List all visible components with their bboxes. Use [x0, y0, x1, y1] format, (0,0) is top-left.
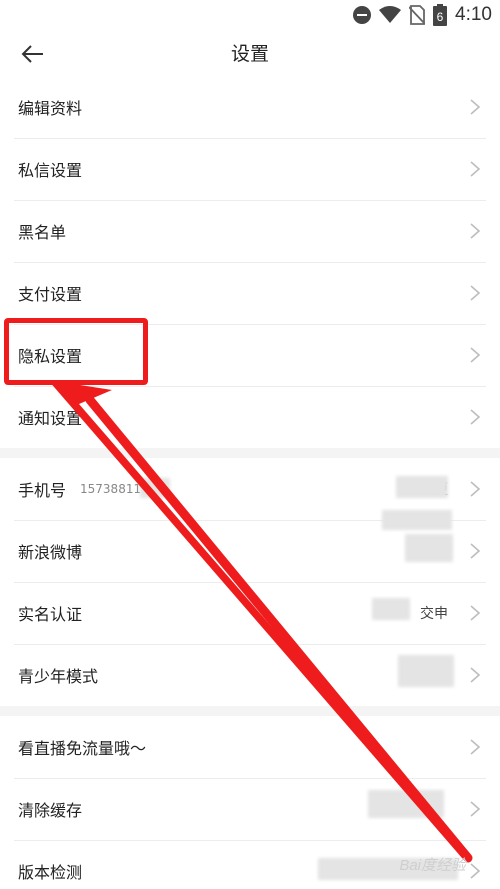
redacted-phone-value: [396, 476, 448, 498]
settings-item-label: 通知设置: [18, 409, 83, 428]
section-divider: [0, 448, 500, 458]
settings-section-account: 编辑资料 私信设置 黑名单 支付设置 隐私设置 通知设置: [0, 76, 500, 448]
settings-item-blacklist[interactable]: 黑名单: [0, 200, 500, 262]
chevron-right-icon: [470, 481, 481, 497]
status-icons: 6 4:10: [353, 4, 492, 26]
chevron-right-icon: [470, 99, 481, 115]
settings-item-real-name[interactable]: 实名认证 交申: [0, 582, 500, 644]
no-sim-icon: [409, 5, 426, 25]
settings-item-payment[interactable]: 支付设置: [0, 262, 500, 324]
annotation-highlight-box: [4, 318, 148, 385]
settings-item-label: 实名认证: [18, 605, 83, 624]
chevron-right-icon: [470, 667, 481, 683]
chevron-right-icon: [470, 739, 481, 755]
settings-item-label: 手机号: [18, 481, 67, 500]
settings-item-label: 编辑资料: [18, 99, 83, 118]
chevron-right-icon: [470, 801, 481, 817]
chevron-right-icon: [470, 161, 481, 177]
section-divider: [0, 706, 500, 716]
chevron-right-icon: [470, 285, 481, 301]
redacted-realname-value: [372, 598, 410, 620]
settings-item-label: 看直播免流量哦～: [18, 739, 147, 758]
watermark-text: Bai度经验: [399, 857, 466, 874]
settings-item-label: 新浪微博: [18, 543, 83, 562]
chevron-right-icon: [470, 863, 481, 879]
chevron-right-icon: [470, 605, 481, 621]
redacted-teen-value: [398, 655, 454, 687]
do-not-disturb-icon: [353, 6, 372, 24]
chevron-right-icon: [470, 223, 481, 239]
wifi-icon: [379, 6, 402, 23]
redacted-weibo-value: [405, 534, 453, 562]
settings-item-value: 交申: [420, 606, 448, 622]
settings-item-label: 版本检测: [18, 863, 83, 882]
settings-item-label: 清除缓存: [18, 801, 83, 820]
settings-item-free-data[interactable]: 看直播免流量哦～: [0, 716, 500, 778]
chevron-right-icon: [470, 543, 481, 559]
battery-icon: 6: [433, 4, 448, 26]
phone-number-text: 157388111: [80, 482, 149, 496]
settings-item-label: 私信设置: [18, 161, 83, 180]
settings-item-label: 黑名单: [18, 223, 67, 242]
settings-item-label: 青少年模式: [18, 667, 99, 686]
settings-item-edit-profile[interactable]: 编辑资料: [0, 76, 500, 138]
settings-item-message[interactable]: 私信设置: [0, 138, 500, 200]
chevron-right-icon: [470, 347, 481, 363]
settings-item-label: 支付设置: [18, 285, 83, 304]
settings-item-notification[interactable]: 通知设置: [0, 386, 500, 448]
redacted-phone-number: [140, 478, 170, 498]
nav-bar: 设置: [0, 30, 500, 76]
clock-text: 4:10: [455, 4, 492, 25]
redacted-side-strip: [382, 510, 452, 530]
status-bar: 6 4:10: [0, 0, 500, 30]
redacted-cache-value: [368, 790, 444, 818]
page-title: 设置: [230, 43, 269, 65]
chevron-right-icon: [470, 409, 481, 425]
svg-text:6: 6: [437, 10, 444, 24]
